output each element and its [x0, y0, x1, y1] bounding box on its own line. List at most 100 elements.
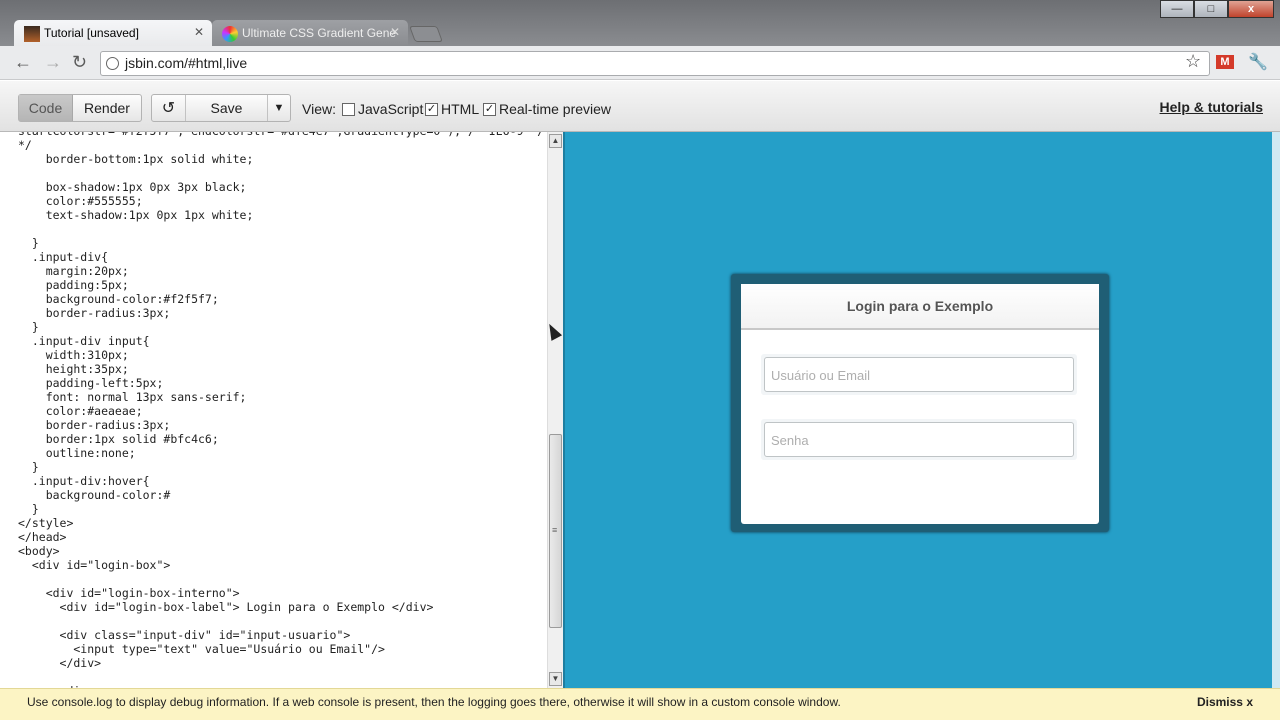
code-line[interactable]: }: [18, 236, 544, 250]
gradient-favicon-icon: [222, 26, 238, 42]
window-controls: — □ x: [1160, 0, 1274, 20]
close-window-button[interactable]: x: [1228, 0, 1274, 18]
reload-icon[interactable]: ↻: [72, 52, 87, 73]
code-line[interactable]: </div>: [18, 656, 544, 670]
username-input[interactable]: Usuário ou Email: [764, 357, 1074, 392]
maximize-button[interactable]: □: [1194, 0, 1228, 18]
code-render-toggle: Code Render: [18, 94, 142, 122]
code-line[interactable]: box-shadow:1px 0px 3px black;: [18, 180, 544, 194]
jsbin-favicon-icon: [24, 26, 40, 42]
editor-scrollbar[interactable]: ▲ ≡ ▼: [547, 132, 563, 688]
code-line[interactable]: </head>: [18, 530, 544, 544]
notice-message: Use console.log to display debug informa…: [27, 695, 841, 709]
html-editor-panel[interactable]: startColorstr='#f2f5f7', endColorstr='#d…: [0, 132, 563, 688]
minimize-button[interactable]: —: [1160, 0, 1194, 18]
code-line[interactable]: [18, 222, 544, 236]
save-dropdown-icon[interactable]: ▼: [268, 95, 290, 121]
scroll-up-arrow-icon[interactable]: ▲: [549, 134, 562, 148]
checkbox-checked-icon[interactable]: ✓: [483, 102, 496, 116]
tab-title: Tutorial [unsaved]: [44, 26, 139, 40]
code-line[interactable]: color:#aeaeae;: [18, 404, 544, 418]
password-input-container: Senha: [761, 419, 1077, 460]
tab-close-icon[interactable]: ✕: [390, 25, 400, 39]
code-line[interactable]: color:#555555;: [18, 194, 544, 208]
code-line[interactable]: <div id="login-box-label"> Login para o …: [18, 600, 544, 614]
jsbin-toolbar: Code Render ↺ Save ▼ View: JavaScript ✓ …: [0, 81, 1280, 132]
code-line[interactable]: margin:20px;: [18, 264, 544, 278]
address-bar[interactable]: jsbin.com/#html,live: [100, 51, 1210, 76]
checkbox-label: HTML: [441, 101, 480, 117]
tab-gradient-generator[interactable]: Ultimate CSS Gradient Gene ✕: [212, 20, 408, 46]
url-text: jsbin.com/#html,live: [125, 55, 248, 71]
view-label: View:: [302, 101, 336, 117]
code-line[interactable]: }: [18, 460, 544, 474]
code-line[interactable]: [18, 614, 544, 628]
console-notice-bar: Use console.log to display debug informa…: [0, 688, 1280, 720]
checkbox-unchecked-icon[interactable]: [342, 102, 355, 116]
code-line[interactable]: .input-div input{: [18, 334, 544, 348]
code-line[interactable]: font: normal 13px sans-serif;: [18, 390, 544, 404]
globe-icon: [106, 57, 119, 70]
dismiss-button[interactable]: Dismiss x: [1197, 695, 1253, 709]
wrench-icon[interactable]: 🔧: [1248, 52, 1268, 72]
code-line[interactable]: padding:5px;: [18, 278, 544, 292]
code-line[interactable]: border-radius:3px;: [18, 418, 544, 432]
scroll-down-arrow-icon[interactable]: ▼: [549, 672, 562, 686]
code-line[interactable]: width:310px;: [18, 348, 544, 362]
code-line[interactable]: outline:none;: [18, 446, 544, 460]
code-line[interactable]: startColorstr='#f2f5f7', endColorstr='#d…: [18, 132, 544, 138]
code-line[interactable]: border-bottom:1px solid white;: [18, 152, 544, 166]
tab-close-icon[interactable]: ✕: [194, 25, 204, 39]
code-line[interactable]: [18, 670, 544, 684]
forward-arrow-icon[interactable]: →: [44, 52, 62, 73]
code-line[interactable]: padding-left:5px;: [18, 376, 544, 390]
preview-scrollbar[interactable]: [1272, 132, 1280, 688]
login-box-label: Login para o Exemplo: [741, 284, 1099, 330]
code-line[interactable]: [18, 572, 544, 586]
render-button[interactable]: Render: [73, 95, 141, 121]
login-box: Login para o Exemplo Usuário ou Email Se…: [731, 274, 1109, 532]
code-line[interactable]: .input-div:hover{: [18, 474, 544, 488]
view-realtime-preview-checkbox[interactable]: ✓ Real-time preview: [483, 101, 611, 117]
live-preview-panel: Login para o Exemplo Usuário ou Email Se…: [563, 132, 1280, 688]
code-line[interactable]: text-shadow:1px 0px 1px white;: [18, 208, 544, 222]
code-line[interactable]: height:35px;: [18, 362, 544, 376]
bookmark-star-icon[interactable]: ☆: [1185, 51, 1201, 72]
code-line[interactable]: background-color:#: [18, 488, 544, 502]
save-button[interactable]: Save: [186, 95, 268, 121]
username-input-container: Usuário ou Email: [761, 354, 1077, 395]
navigation-bar: ← → ↻ jsbin.com/#html,live ☆ M 🔧: [0, 46, 1280, 80]
code-line[interactable]: background-color:#f2f5f7;: [18, 292, 544, 306]
code-line[interactable]: <div id="login-box-interno">: [18, 586, 544, 600]
back-arrow-icon[interactable]: ←: [14, 52, 32, 73]
checkbox-checked-icon[interactable]: ✓: [425, 102, 438, 116]
code-line[interactable]: border:1px solid #bfc4c6;: [18, 432, 544, 446]
code-line[interactable]: <div id="login-box">: [18, 558, 544, 572]
code-line[interactable]: [18, 166, 544, 180]
revert-icon[interactable]: ↺: [152, 95, 186, 121]
help-tutorials-link[interactable]: Help & tutorials: [1160, 99, 1263, 115]
tab-title: Ultimate CSS Gradient Gene: [242, 26, 397, 40]
tab-tutorial[interactable]: Tutorial [unsaved] ✕: [14, 20, 212, 46]
code-line[interactable]: }: [18, 320, 544, 334]
browser-titlebar: Tutorial [unsaved] ✕ Ultimate CSS Gradie…: [0, 0, 1280, 46]
code-line[interactable]: <div class="input-div" id="input-usuario…: [18, 628, 544, 642]
code-line[interactable]: */: [18, 138, 544, 152]
password-input[interactable]: Senha: [764, 422, 1074, 457]
code-line[interactable]: <body>: [18, 544, 544, 558]
code-line[interactable]: .input-div{: [18, 250, 544, 264]
code-text[interactable]: startColorstr='#f2f5f7', endColorstr='#d…: [18, 132, 544, 688]
gmail-icon[interactable]: M: [1216, 55, 1234, 69]
code-button[interactable]: Code: [19, 95, 73, 121]
checkbox-label: JavaScript: [358, 101, 424, 117]
code-line[interactable]: border-radius:3px;: [18, 306, 544, 320]
code-line[interactable]: }: [18, 502, 544, 516]
login-box-inner: Login para o Exemplo Usuário ou Email Se…: [741, 284, 1099, 524]
save-group: ↺ Save ▼: [151, 94, 291, 122]
view-javascript-checkbox[interactable]: JavaScript: [342, 101, 423, 117]
code-line[interactable]: <input type="text" value="Usuário ou Ema…: [18, 642, 544, 656]
view-html-checkbox[interactable]: ✓ HTML: [425, 101, 479, 117]
new-tab-button[interactable]: [409, 26, 443, 42]
scrollbar-thumb[interactable]: ≡: [549, 434, 562, 628]
code-line[interactable]: </style>: [18, 516, 544, 530]
